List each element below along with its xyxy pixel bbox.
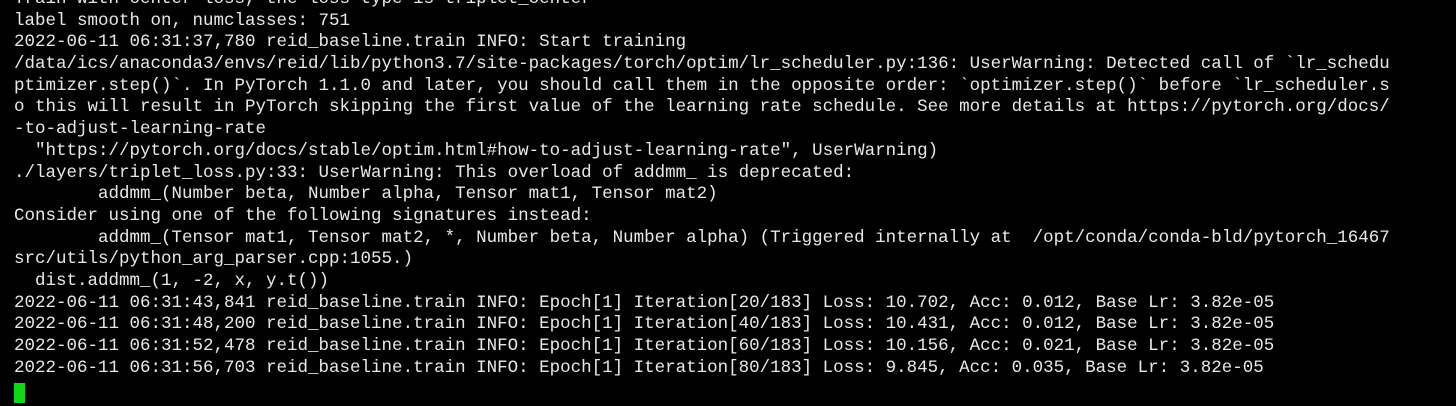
terminal-line: addmm_(Number beta, Number alpha, Tensor…	[14, 184, 718, 205]
terminal-line: ./layers/triplet_loss.py:33: UserWarning…	[14, 162, 855, 183]
terminal-line: Consider using one of the following sign…	[14, 205, 592, 226]
terminal-line: addmm_(Tensor mat1, Tensor mat2, *, Numb…	[14, 227, 1390, 248]
terminal-line: ptimizer.step()`. In PyTorch 1.1.0 and l…	[14, 75, 1390, 96]
terminal-line: 2022-06-11 06:31:52,478 reid_baseline.tr…	[14, 336, 1275, 356]
terminal-line: 2022-06-11 06:31:56,703 reid_baseline.tr…	[14, 357, 1264, 378]
terminal-line: src/utils/python_arg_parser.cpp:1055.)	[14, 249, 414, 270]
terminal-line: Train with center loss, the loss type is…	[14, 0, 1456, 11]
terminal-line: -to-adjust-learning-rate	[14, 119, 267, 140]
terminal-cursor	[14, 383, 25, 403]
terminal-line: label smooth on, numclasses: 751	[14, 10, 351, 31]
terminal-output: Train with center loss, the loss type is…	[14, 0, 1456, 379]
terminal-line: o this will result in PyTorch skipping t…	[14, 97, 1390, 118]
terminal-line: /data/ics/anaconda3/envs/reid/lib/python…	[14, 54, 1390, 75]
terminal-line: "https://pytorch.org/docs/stable/optim.h…	[14, 140, 939, 161]
terminal-window[interactable]: Train with center loss, the loss type is…	[0, 0, 1456, 406]
terminal-line: dist.addmm_(1, -2, x, y.t())	[14, 270, 330, 291]
terminal-line: 2022-06-11 06:31:43,841 reid_baseline.tr…	[14, 292, 1275, 313]
terminal-line: 2022-06-11 06:31:37,780 reid_baseline.tr…	[14, 32, 687, 53]
terminal-line: 2022-06-11 06:31:48,200 reid_baseline.tr…	[14, 314, 1275, 335]
